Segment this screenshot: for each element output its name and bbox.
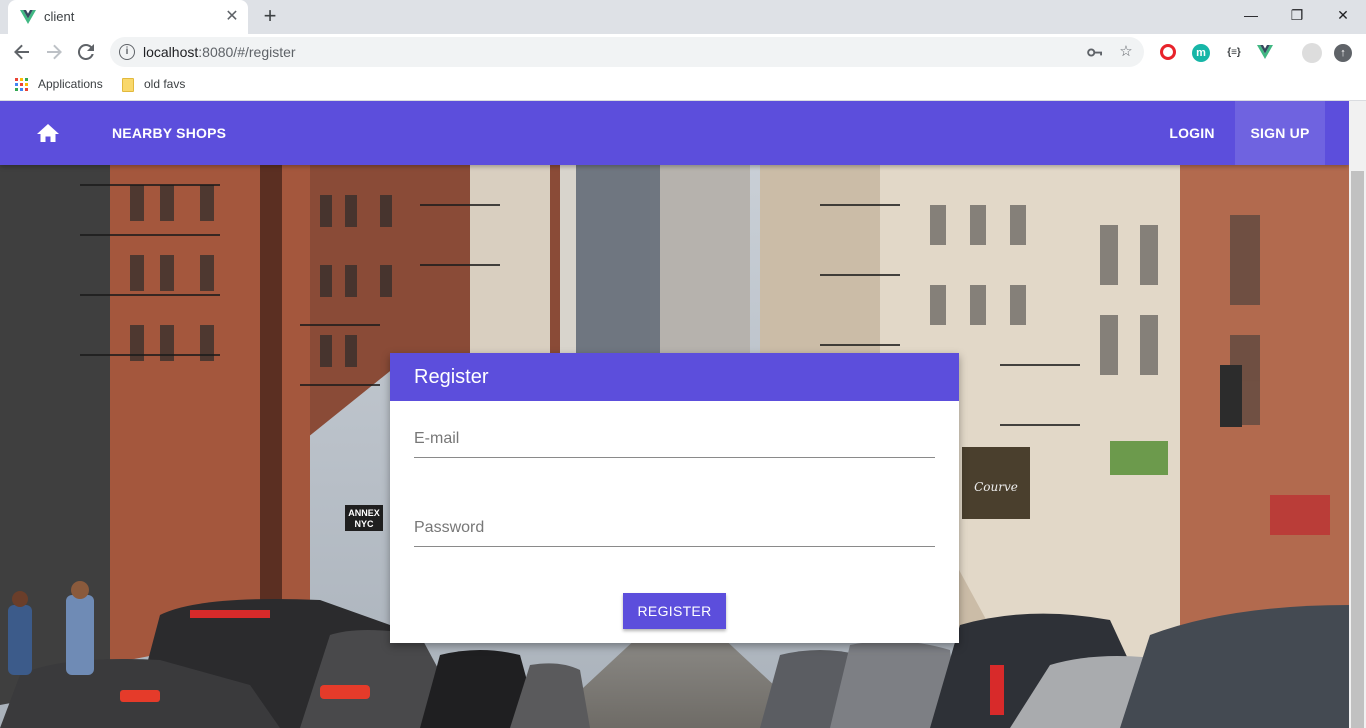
svg-text:Courve: Courve bbox=[974, 480, 1018, 494]
nearby-shops-link[interactable]: NEARBY SHOPS bbox=[112, 101, 226, 165]
reload-icon[interactable] bbox=[72, 38, 100, 66]
url-host: localhost bbox=[143, 44, 199, 60]
page-scrollbar[interactable] bbox=[1349, 101, 1366, 728]
site-info-icon[interactable]: i bbox=[119, 44, 135, 60]
password-input[interactable] bbox=[414, 513, 935, 543]
folder-icon bbox=[122, 78, 134, 92]
card-header: Register bbox=[390, 353, 959, 401]
email-input[interactable] bbox=[414, 424, 935, 454]
profile-avatar-icon[interactable] bbox=[1302, 43, 1322, 63]
svg-text:NYC: NYC bbox=[354, 519, 374, 529]
url-text: localhost:8080/#/register bbox=[143, 44, 296, 60]
tab-title: client bbox=[44, 9, 75, 24]
browser-toolbar: i localhost:8080/#/register ☆ m {≡} ↑ bbox=[0, 34, 1366, 70]
login-link[interactable]: LOGIN bbox=[1154, 101, 1230, 165]
password-field[interactable] bbox=[414, 513, 935, 547]
svg-text:ANNEX: ANNEX bbox=[348, 508, 380, 518]
signup-link[interactable]: SIGN UP bbox=[1235, 101, 1325, 165]
forward-arrow-icon[interactable] bbox=[40, 38, 68, 66]
tab-close-icon[interactable]: ✕ bbox=[222, 7, 242, 27]
bookmarks-bar: Applications old favs bbox=[0, 70, 1366, 101]
address-bar[interactable]: i localhost:8080/#/register ☆ bbox=[110, 37, 1144, 67]
vue-logo-icon bbox=[20, 10, 36, 24]
back-arrow-icon[interactable] bbox=[8, 38, 36, 66]
card-title: Register bbox=[414, 366, 489, 388]
bookmark-old-favs[interactable]: old favs bbox=[144, 77, 185, 91]
browser-tab[interactable]: client ✕ bbox=[8, 0, 248, 34]
restore-window-icon[interactable]: ❐ bbox=[1274, 0, 1320, 30]
register-card: Register REGISTER bbox=[390, 353, 959, 643]
bookmark-applications[interactable]: Applications bbox=[38, 77, 103, 91]
close-window-icon[interactable]: ✕ bbox=[1320, 0, 1366, 30]
scrollbar-thumb[interactable] bbox=[1351, 171, 1364, 728]
register-button[interactable]: REGISTER bbox=[623, 593, 726, 629]
menu-update-icon[interactable]: ↑ bbox=[1334, 44, 1352, 62]
email-field[interactable] bbox=[414, 424, 935, 458]
home-icon[interactable] bbox=[28, 115, 68, 151]
browser-tab-strip: client ✕ + — ❐ ✕ bbox=[0, 0, 1366, 34]
app-navbar: NEARBY SHOPS LOGIN SIGN UP bbox=[0, 101, 1349, 165]
m-extension-icon[interactable]: m bbox=[1192, 44, 1210, 62]
page-viewport: ANNEX NYC Courve NEARBY SHOPS LOGIN SIGN… bbox=[0, 101, 1366, 728]
vue-devtools-icon[interactable] bbox=[1256, 44, 1274, 62]
minimize-window-icon[interactable]: — bbox=[1228, 0, 1274, 30]
bookmark-star-icon[interactable]: ☆ bbox=[1116, 42, 1136, 62]
json-extension-icon[interactable]: {≡} bbox=[1224, 44, 1244, 62]
apps-grid-icon[interactable] bbox=[15, 78, 28, 91]
new-tab-button[interactable]: + bbox=[258, 5, 282, 29]
url-path: :8080/#/register bbox=[198, 44, 296, 60]
key-icon[interactable] bbox=[1084, 42, 1104, 62]
opera-icon[interactable] bbox=[1160, 44, 1176, 60]
